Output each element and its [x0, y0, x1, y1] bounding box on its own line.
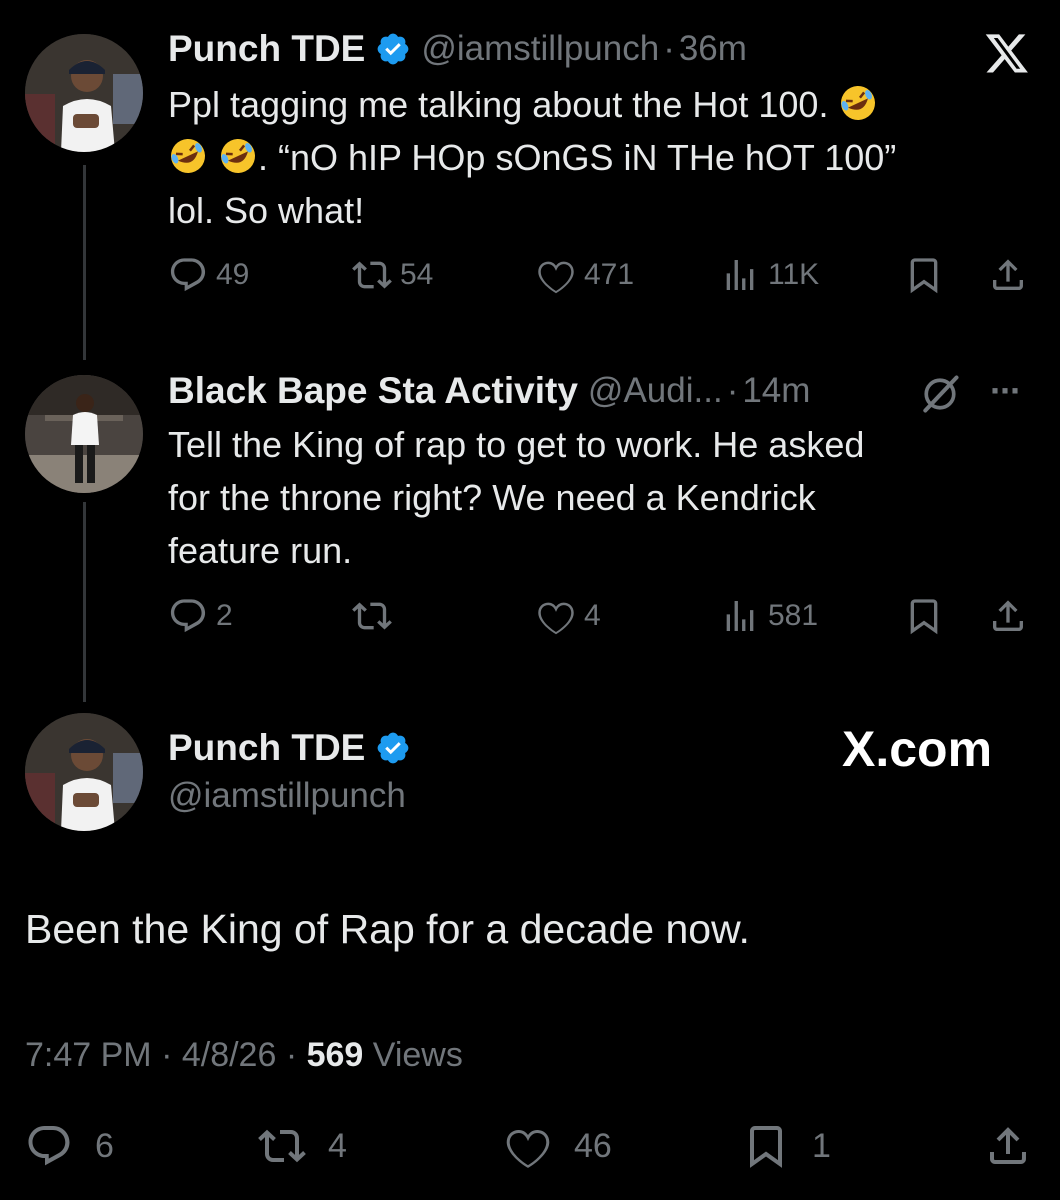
like-icon	[506, 1129, 550, 1168]
separator: ·	[726, 371, 739, 410]
share-button[interactable]	[988, 596, 1028, 636]
share-icon	[993, 259, 1023, 290]
tweet-meta: 7:47 PM · 4/8/26 · 569 Views	[25, 1036, 463, 1074]
reply-button[interactable]: 49	[168, 255, 249, 295]
author-handle[interactable]: @Audi...	[588, 371, 723, 411]
like-button[interactable]: 4	[536, 596, 601, 636]
reply-button[interactable]: 6	[25, 1122, 114, 1170]
like-icon	[538, 261, 574, 294]
repost-icon	[258, 1129, 306, 1163]
reply-icon	[170, 599, 206, 633]
share-button[interactable]	[988, 255, 1028, 295]
rofl-emoji-icon	[171, 139, 205, 173]
tweet-actions: 49 54 471 11K	[0, 255, 1060, 305]
author-name[interactable]: Black Bape Sta Activity	[168, 370, 578, 412]
verified-icon	[377, 33, 409, 65]
share-button[interactable]	[984, 1122, 1032, 1170]
timestamp[interactable]: 14m	[742, 371, 810, 411]
author-handle[interactable]: @iamstillpunch	[421, 29, 659, 69]
share-icon	[993, 600, 1023, 631]
more-icon[interactable]: ···	[990, 370, 1022, 412]
repost-icon	[352, 261, 392, 289]
author-name[interactable]: Punch TDE	[168, 28, 365, 70]
repost-button[interactable]: 54	[352, 255, 433, 295]
timestamp[interactable]: 36m	[679, 29, 747, 69]
bookmark-icon	[910, 599, 938, 635]
bookmark-button[interactable]: 1	[742, 1122, 831, 1170]
rofl-emoji-icon	[841, 86, 876, 120]
separator: ·	[663, 29, 675, 68]
avatar[interactable]	[25, 375, 143, 493]
share-icon	[990, 1127, 1026, 1164]
like-button[interactable]: 46	[504, 1122, 612, 1170]
views-count: 569	[306, 1036, 364, 1074]
avatar[interactable]	[25, 713, 143, 831]
reply-button[interactable]: 2	[168, 596, 233, 636]
like-icon	[538, 602, 574, 635]
bookmark-button[interactable]	[904, 596, 944, 636]
views-icon	[726, 601, 754, 631]
repost-icon	[352, 602, 392, 630]
tweet-text: Ppl tagging me talking about the Hot 100…	[168, 78, 1028, 237]
post-time[interactable]: 7:47 PM	[25, 1036, 152, 1074]
views-button[interactable]: 581	[720, 596, 818, 636]
tweet-text: Been the King of Rap for a decade now.	[25, 906, 750, 952]
tweet-actions: 2 4 581	[0, 596, 1060, 646]
reply-icon	[170, 258, 206, 292]
main-tweet-actions: 6 4 46 1	[0, 1122, 1060, 1172]
views-icon	[726, 260, 754, 290]
bookmark-button[interactable]	[904, 255, 944, 295]
tweet-text: Tell the King of rap to get to work. He …	[168, 424, 865, 571]
repost-button[interactable]: 4	[258, 1122, 347, 1170]
verified-icon	[377, 732, 409, 764]
xcom-watermark: X.com	[842, 721, 993, 777]
post-date[interactable]: 4/8/26	[182, 1036, 277, 1074]
bookmark-icon	[910, 258, 938, 294]
x-logo-icon	[985, 34, 1028, 73]
author-name[interactable]: Punch TDE	[168, 727, 365, 769]
author-handle[interactable]: @iamstillpunch	[168, 776, 406, 816]
rofl-emoji-icon	[221, 139, 256, 173]
repost-button[interactable]	[352, 596, 400, 636]
like-button[interactable]: 471	[536, 255, 634, 295]
views-button[interactable]: 11K	[720, 255, 819, 295]
bookmark-icon	[750, 1126, 782, 1168]
grok-icon[interactable]	[918, 372, 962, 416]
reply-icon	[28, 1126, 70, 1166]
avatar[interactable]	[25, 34, 143, 152]
